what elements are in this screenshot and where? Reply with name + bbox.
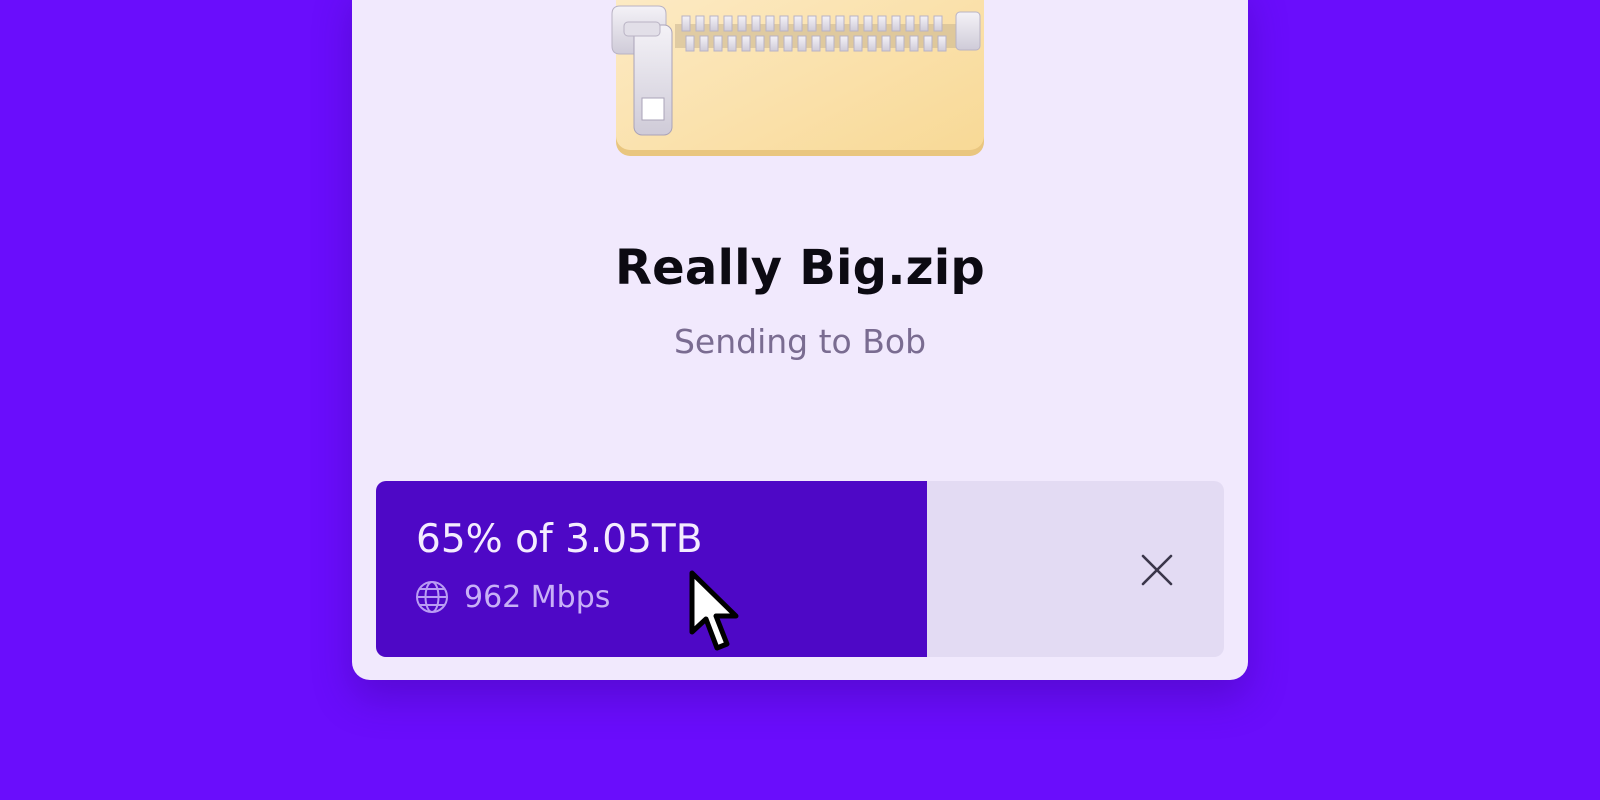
mouse-cursor-icon — [689, 570, 739, 651]
close-icon — [1141, 554, 1173, 586]
transfer-progress-bar: 65% of 3.05TB 962 Mbps — [376, 481, 1224, 657]
progress-fill — [376, 481, 928, 657]
file-name: Really Big.zip — [615, 240, 985, 296]
transfer-speed: 962 Mbps — [414, 579, 610, 615]
globe-icon — [416, 581, 448, 613]
recipient-status: Sending to Bob — [673, 322, 927, 361]
progress-label: 65% of 3.05TB — [416, 517, 703, 562]
speed-value: 962 Mbps — [464, 579, 611, 615]
zip-folder-icon — [611, 0, 984, 156]
cancel-transfer-button[interactable] — [1125, 538, 1189, 602]
